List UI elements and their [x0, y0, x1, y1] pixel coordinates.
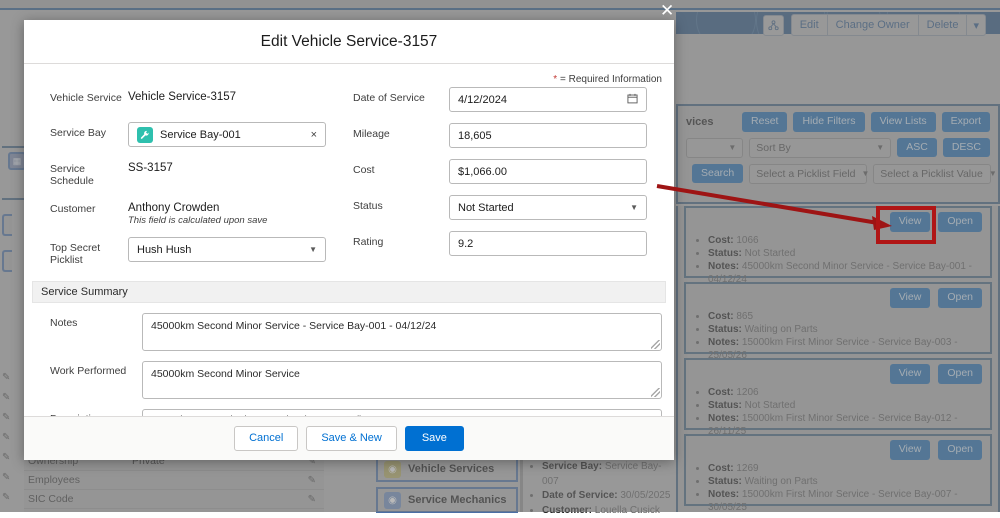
field-label: Service Bay	[32, 122, 128, 139]
modal-header: Edit Vehicle Service-3157	[24, 20, 674, 64]
rating-input[interactable]: 9.2	[449, 231, 647, 256]
field-label: Top Secret Picklist	[32, 237, 128, 266]
field-static-group: Vehicle Service-3157	[128, 87, 236, 103]
page-title: Edit Vehicle Service-3157	[261, 33, 438, 51]
field-value: Hush Hush	[137, 244, 309, 256]
field-label: Description	[32, 409, 142, 416]
required-legend: * = Required Information	[24, 64, 674, 87]
form-row: Notes45000km Second Minor Service - Serv…	[24, 313, 674, 351]
status-select[interactable]: Not Started▼	[449, 195, 647, 220]
field-value: $1,066.00	[458, 166, 638, 178]
form-row: Vehicle ServiceVehicle Service-3157	[32, 87, 349, 111]
save-and-new-button[interactable]: Save & New	[306, 426, 397, 451]
form-row: Service BayService Bay-001×	[32, 122, 349, 147]
field-label: Notes	[32, 313, 142, 329]
service-summary-fields: Notes45000km Second Minor Service - Serv…	[24, 313, 674, 416]
calendar-icon[interactable]	[627, 93, 638, 107]
field-value: Not Started	[458, 202, 630, 214]
section-title: Service Summary	[41, 286, 128, 298]
date-of-service-input[interactable]: 4/12/2024	[449, 87, 647, 112]
save-button[interactable]: Save	[405, 426, 464, 451]
form-row: Date of Service 4/12/2024	[349, 87, 666, 112]
form-column-right: Date of Service 4/12/2024 Mileage 18,605 Cos…	[349, 87, 666, 277]
field-value: 9.2	[458, 238, 638, 250]
cost-input[interactable]: $1,066.00	[449, 159, 647, 184]
chevron-down-icon: ▼	[630, 203, 638, 212]
form-row: CustomerAnthony CrowdenThis field is cal…	[32, 198, 349, 226]
field-value: SS-3157	[128, 158, 173, 174]
field-label: Vehicle Service	[32, 87, 128, 104]
chevron-down-icon: ▼	[309, 245, 317, 254]
field-static-group: SS-3157	[128, 158, 173, 174]
wrench-icon	[137, 127, 153, 143]
edit-vehicle-service-modal: Edit Vehicle Service-3157 * = Required I…	[24, 20, 674, 460]
form-row: Rating 9.2	[349, 231, 666, 256]
clear-icon[interactable]: ×	[311, 129, 317, 141]
required-legend-text: = Required Information	[560, 74, 662, 85]
cancel-button[interactable]: Cancel	[234, 426, 298, 451]
field-value: Anthony Crowden	[128, 198, 267, 214]
form-row: Service ScheduleSS-3157	[32, 158, 349, 187]
field-label: Mileage	[349, 123, 449, 140]
field-value: Vehicle Service-3157	[128, 87, 236, 103]
notes-textarea[interactable]: 45000km Second Minor Service - Service B…	[142, 313, 662, 351]
required-asterisk: *	[553, 74, 557, 85]
form-column-left: Vehicle ServiceVehicle Service-3157 Servi…	[32, 87, 349, 277]
field-value: 4/12/2024	[458, 94, 627, 106]
form-row: Description45000km Second Minor Service …	[24, 409, 674, 416]
field-label: Customer	[32, 198, 128, 215]
form-grid: Vehicle ServiceVehicle Service-3157 Servi…	[24, 87, 674, 277]
mileage-input[interactable]: 18,605	[449, 123, 647, 148]
resize-grip[interactable]	[651, 388, 660, 397]
form-row: Top Secret PicklistHush Hush▼	[32, 237, 349, 266]
field-label: Status	[349, 195, 449, 212]
top-secret-picklist-select[interactable]: Hush Hush▼	[128, 237, 326, 262]
field-label: Cost	[349, 159, 449, 176]
field-hint: This field is calculated upon save	[128, 215, 267, 226]
field-value: 18,605	[458, 130, 638, 142]
field-value: Service Bay-001	[160, 129, 311, 141]
modal-body: * = Required Information Vehicle Service…	[24, 64, 674, 416]
field-label: Work Performed	[32, 361, 142, 377]
form-row: Work Performed45000km Second Minor Servi…	[24, 361, 674, 399]
field-label: Rating	[349, 231, 449, 248]
close-icon[interactable]: ✕	[660, 2, 674, 19]
service-bay-lookup[interactable]: Service Bay-001×	[128, 122, 326, 147]
field-label: Service Schedule	[32, 158, 128, 187]
service-summary-section-header: Service Summary	[32, 281, 666, 303]
form-row: Cost $1,066.00	[349, 159, 666, 184]
form-row: Mileage 18,605	[349, 123, 666, 148]
work-performed-textarea[interactable]: 45000km Second Minor Service	[142, 361, 662, 399]
field-static-group: Anthony CrowdenThis field is calculated …	[128, 198, 267, 226]
field-label: Date of Service	[349, 87, 449, 104]
resize-grip[interactable]	[651, 340, 660, 349]
modal-footer: Cancel Save & New Save	[24, 416, 674, 460]
description-textarea[interactable]: 45000km Second Minor Service (Not Starte…	[142, 409, 662, 416]
form-row: StatusNot Started▼	[349, 195, 666, 220]
